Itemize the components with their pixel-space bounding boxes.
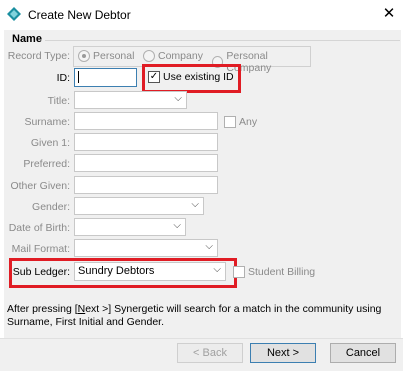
window-title: Create New Debtor bbox=[28, 8, 131, 22]
radio-personal[interactable]: Personal bbox=[78, 50, 134, 62]
preferred-label: Preferred: bbox=[23, 158, 70, 170]
title-bar: Create New Debtor ✕ bbox=[0, 0, 403, 30]
dob-picker[interactable]: ⌵ bbox=[74, 218, 186, 236]
any-checkbox[interactable]: Any bbox=[224, 116, 257, 128]
radio-selected-icon bbox=[78, 50, 90, 62]
chevron-down-icon: ⌵ bbox=[205, 241, 213, 252]
section-divider bbox=[45, 40, 400, 41]
dob-label: Date of Birth: bbox=[8, 222, 70, 234]
checkmark-icon: ✓ bbox=[148, 71, 160, 83]
checkbox-icon bbox=[224, 116, 236, 128]
record-type-label: Record Type: bbox=[7, 50, 70, 62]
preferred-input[interactable] bbox=[74, 154, 218, 172]
mail-format-label: Mail Format: bbox=[11, 243, 70, 255]
app-icon bbox=[7, 7, 21, 21]
close-icon[interactable]: ✕ bbox=[378, 4, 400, 24]
given1-label: Given 1: bbox=[30, 137, 70, 149]
cancel-button[interactable]: Cancel bbox=[330, 343, 396, 363]
use-existing-id-checkbox[interactable]: ✓ Use existing ID bbox=[148, 71, 234, 83]
back-button[interactable]: < Back bbox=[177, 343, 243, 363]
mail-format-select[interactable]: ⌵ bbox=[74, 239, 218, 257]
title-label: Title: bbox=[47, 95, 70, 107]
info-text: After pressing [Next >] Synergetic will … bbox=[7, 303, 382, 328]
radio-company[interactable]: Company bbox=[143, 50, 203, 62]
gender-select[interactable]: ⌵ bbox=[74, 197, 204, 215]
other-given-label: Other Given: bbox=[10, 180, 70, 192]
chevron-down-icon: ⌵ bbox=[191, 199, 199, 210]
gender-label: Gender: bbox=[32, 201, 70, 213]
surname-label: Surname: bbox=[24, 116, 70, 128]
next-button[interactable]: Next > bbox=[250, 343, 316, 363]
radio-icon bbox=[143, 50, 155, 62]
surname-input[interactable] bbox=[74, 112, 218, 130]
text-caret bbox=[78, 71, 79, 83]
sub-ledger-label: Sub Ledger: bbox=[12, 266, 70, 278]
chevron-down-icon: ⌵ bbox=[213, 264, 221, 275]
chevron-down-icon: ⌵ bbox=[173, 220, 181, 231]
chevron-down-icon: ⌵ bbox=[174, 93, 182, 104]
id-input[interactable] bbox=[74, 68, 137, 87]
student-billing-checkbox[interactable]: Student Billing bbox=[233, 266, 315, 278]
checkbox-icon bbox=[233, 266, 245, 278]
given1-input[interactable] bbox=[74, 133, 218, 151]
other-given-input[interactable] bbox=[74, 176, 218, 194]
sub-ledger-select[interactable]: Sundry Debtors ⌵ bbox=[74, 262, 226, 281]
section-heading-name: Name bbox=[12, 33, 42, 45]
id-label: ID: bbox=[56, 72, 70, 84]
title-select[interactable]: ⌵ bbox=[74, 91, 187, 109]
